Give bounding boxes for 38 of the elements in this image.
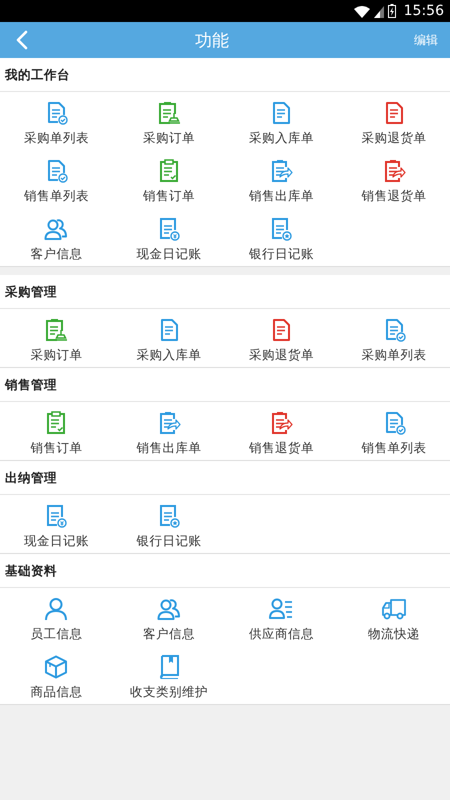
function-item[interactable]: 现金日记账 bbox=[0, 495, 112, 553]
section-title: 销售管理 bbox=[0, 368, 450, 402]
function-item[interactable]: 采购退货单 bbox=[225, 309, 338, 367]
function-item[interactable]: 销售退货单 bbox=[338, 150, 450, 208]
battery-icon bbox=[388, 4, 396, 18]
function-item[interactable]: 收支类别维护 bbox=[112, 646, 225, 704]
function-item[interactable]: 采购退货单 bbox=[338, 92, 450, 150]
section-title: 出纳管理 bbox=[0, 461, 450, 495]
function-item[interactable]: 销售退货单 bbox=[225, 402, 338, 460]
function-item[interactable]: 采购单列表 bbox=[338, 309, 450, 367]
function-item[interactable]: 采购订单 bbox=[112, 92, 225, 150]
function-item[interactable]: 销售单列表 bbox=[0, 150, 112, 208]
function-item[interactable]: 采购入库单 bbox=[225, 92, 338, 150]
function-item[interactable]: 物流快递 bbox=[338, 588, 450, 646]
function-item[interactable]: 采购入库单 bbox=[112, 309, 225, 367]
signal-icon bbox=[374, 4, 384, 18]
function-item[interactable]: 供应商信息 bbox=[225, 588, 338, 646]
function-item[interactable]: 销售订单 bbox=[0, 402, 112, 460]
function-item[interactable]: 员工信息 bbox=[0, 588, 112, 646]
section-title: 采购管理 bbox=[0, 275, 450, 309]
function-item[interactable]: 商品信息 bbox=[0, 646, 112, 704]
function-item[interactable]: 客户信息 bbox=[112, 588, 225, 646]
function-item[interactable]: 银行日记账 bbox=[225, 208, 338, 266]
function-item[interactable]: 销售订单 bbox=[112, 150, 225, 208]
function-item[interactable]: 销售出库单 bbox=[112, 402, 225, 460]
section-title: 基础资料 bbox=[0, 554, 450, 588]
page-title: 功能 bbox=[194, 30, 230, 52]
function-item[interactable]: 银行日记账 bbox=[112, 495, 225, 553]
function-item[interactable]: 客户信息 bbox=[0, 208, 112, 266]
function-item[interactable]: 现金日记账 bbox=[112, 208, 225, 266]
status-time: 15:56 bbox=[404, 3, 444, 19]
function-item[interactable]: 销售出库单 bbox=[225, 150, 338, 208]
section-title: 我的工作台 bbox=[0, 58, 450, 92]
function-item[interactable]: 采购单列表 bbox=[0, 92, 112, 150]
back-icon bbox=[16, 30, 28, 50]
wifi-icon bbox=[354, 4, 370, 18]
function-item[interactable]: 采购订单 bbox=[0, 309, 112, 367]
function-item[interactable]: 销售单列表 bbox=[338, 402, 450, 460]
